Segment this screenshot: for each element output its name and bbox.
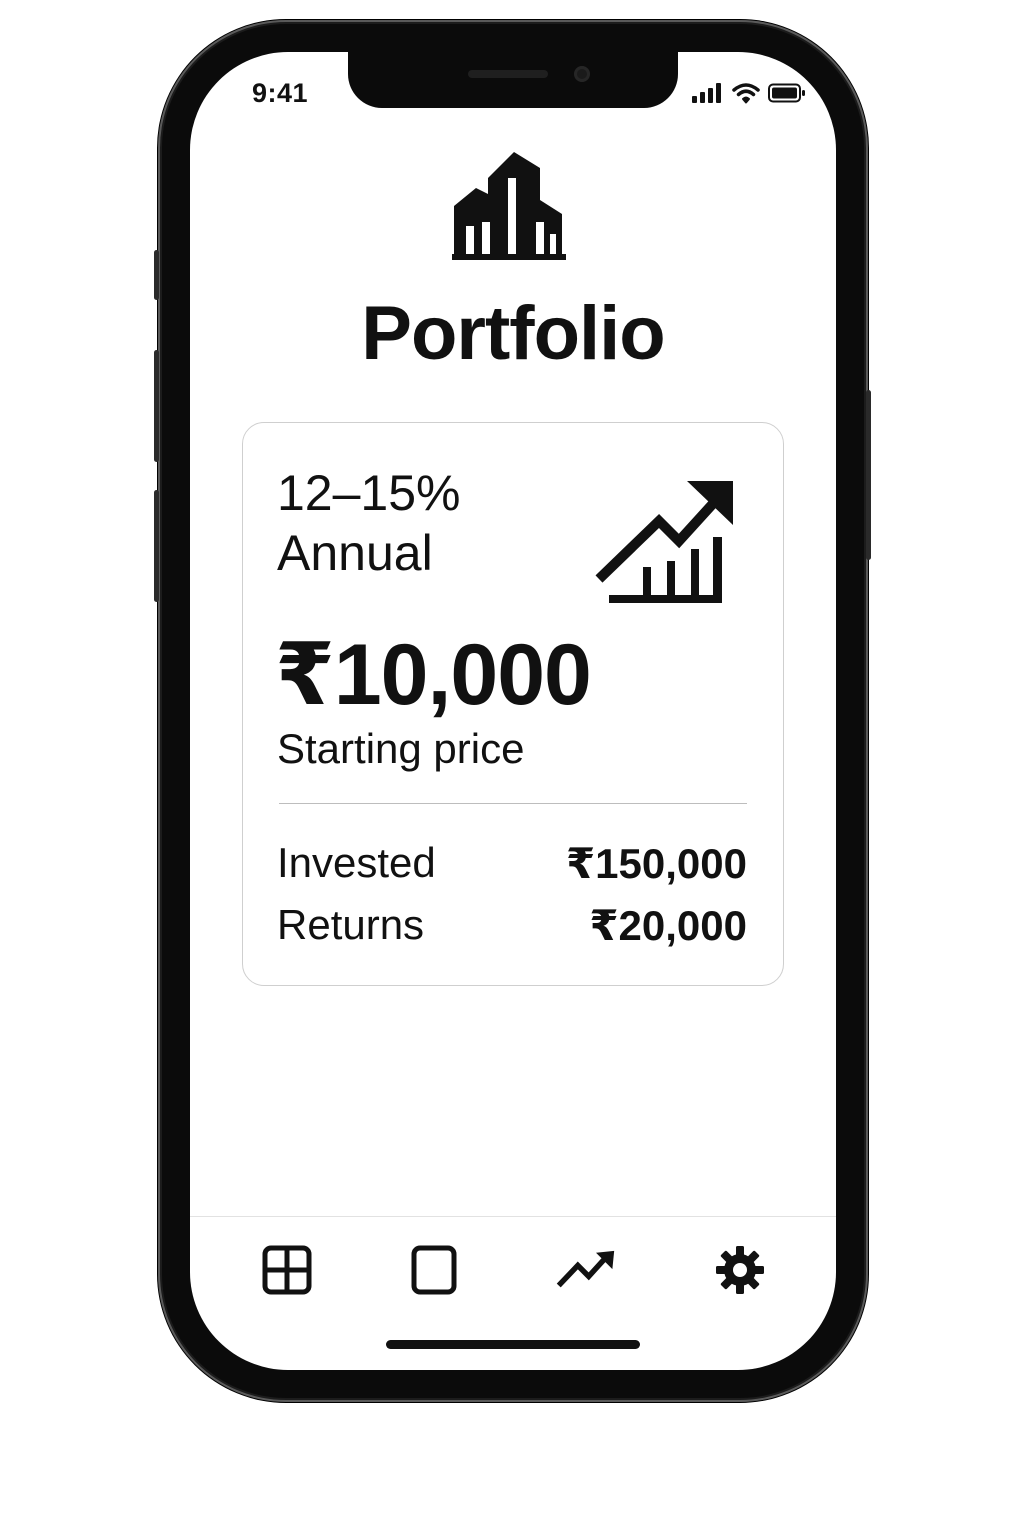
portfolio-card[interactable]: 12–15% Annual ₹10,000 Starting price Inv… <box>242 422 784 986</box>
stat-label: Invested <box>277 839 436 886</box>
starting-price-label: Starting price <box>277 725 525 772</box>
front-camera <box>574 66 590 82</box>
device-mockup: 9:41 Portfolio 12–15% Annual ₹10,000 Sta… <box>0 0 1024 1536</box>
app-screen: 9:41 Portfolio 12–15% Annual ₹10,000 Sta… <box>190 52 836 1370</box>
square-icon <box>411 1245 457 1295</box>
cellular-signal-icon <box>692 83 721 103</box>
volume-down-button <box>154 490 159 602</box>
tab-holdings[interactable] <box>404 1242 464 1298</box>
page-title: Portfolio <box>361 291 665 376</box>
battery-icon <box>768 83 805 103</box>
tab-bar-divider <box>190 1216 836 1217</box>
home-indicator[interactable] <box>386 1340 640 1349</box>
rate-period: Annual <box>277 525 433 581</box>
gear-icon <box>716 1246 764 1294</box>
tab-home[interactable] <box>257 1242 317 1298</box>
status-icons <box>692 82 806 104</box>
notch <box>348 52 678 108</box>
status-time: 9:41 <box>252 78 309 108</box>
stat-row-returns: Returns ₹20,000 <box>277 897 747 953</box>
speaker-grille <box>468 70 548 78</box>
starting-price-value: ₹10,000 <box>275 627 592 723</box>
buildings-icon <box>452 152 566 260</box>
grid-icon <box>262 1245 312 1295</box>
growth-chart-icon <box>595 481 733 603</box>
volume-up-button <box>154 350 159 462</box>
power-button <box>866 390 871 560</box>
annual-rate: 12–15% <box>277 465 461 521</box>
stat-value: ₹150,000 <box>565 839 747 887</box>
wifi-icon <box>732 83 760 104</box>
card-divider <box>279 803 747 804</box>
stat-value: ₹20,000 <box>589 901 747 949</box>
stat-row-invested: Invested ₹150,000 <box>277 835 747 891</box>
tab-performance[interactable] <box>556 1242 616 1298</box>
tab-settings[interactable] <box>710 1242 770 1298</box>
stat-label: Returns <box>277 901 425 948</box>
trend-icon <box>556 1250 615 1288</box>
mute-switch <box>154 250 159 300</box>
